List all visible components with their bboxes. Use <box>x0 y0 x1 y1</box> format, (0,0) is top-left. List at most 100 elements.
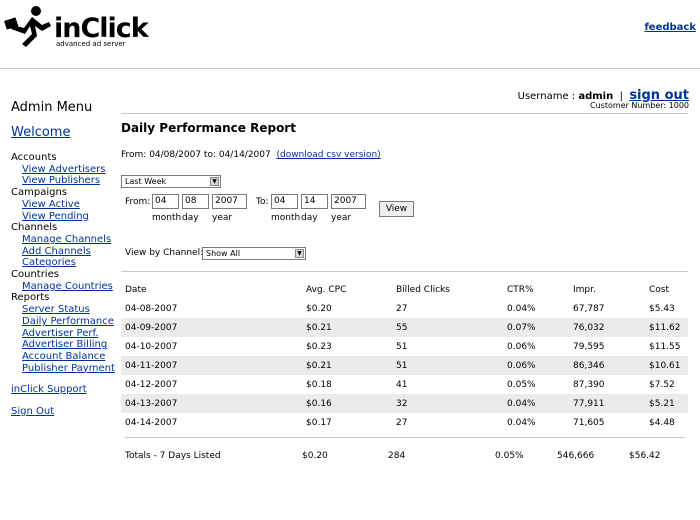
column-header-avg-cpc: Avg. CPC <box>306 284 347 295</box>
from-year-label: year <box>212 213 233 223</box>
cell-cost: $7.52 <box>649 379 675 390</box>
page-title: Daily Performance Report <box>121 121 296 135</box>
view-button[interactable]: View <box>379 201 414 217</box>
running-man-icon <box>4 6 51 47</box>
cell-billed-clicks: 32 <box>392 394 503 413</box>
cell-ctr: 0.06% <box>507 341 536 352</box>
feedback-link[interactable]: feedback <box>644 22 696 33</box>
cell-billed-clicks: 51 <box>392 356 503 375</box>
cell-date: 04-10-2007 <box>125 341 178 352</box>
from-label: From: <box>125 197 151 207</box>
to-day-label: day <box>301 213 318 223</box>
menu-section-campaigns: Campaigns <box>11 187 68 199</box>
cell-avg-cpc: $0.20 <box>306 303 332 314</box>
cell-cost: $11.62 <box>645 318 688 337</box>
from-month-input[interactable]: 04 <box>152 194 179 209</box>
channel-select[interactable]: Show All ▼ <box>202 247 306 260</box>
inclick-logo[interactable]: inClick advanced ad server <box>4 4 149 48</box>
to-label: To: <box>256 197 269 207</box>
cell-date: 04-12-2007 <box>125 379 178 390</box>
menu-section-reports: Reports <box>11 292 50 304</box>
brand-tagline: advanced ad server <box>56 40 126 48</box>
table-top-divider <box>121 271 688 272</box>
column-header-date: Date <box>125 284 147 295</box>
menu-section-channels: Channels <box>11 222 58 234</box>
cell-date: 04-09-2007 <box>121 318 302 337</box>
view-pending-link[interactable]: View Pending <box>11 211 121 223</box>
view-advertisers-link[interactable]: View Advertisers <box>11 164 121 176</box>
cell-impressions: 67,787 <box>573 303 605 314</box>
cell-cost: $5.43 <box>649 303 675 314</box>
cell-impressions: 87,390 <box>573 379 605 390</box>
from-day-label: day <box>182 213 199 223</box>
cell-ctr: 0.04% <box>507 303 536 314</box>
channel-select-value: Show All <box>206 249 241 258</box>
period-select[interactable]: Last Week ▼ <box>121 175 221 188</box>
categories-link[interactable]: Categories <box>11 257 121 269</box>
to-month-input[interactable]: 04 <box>271 194 298 209</box>
table-row: 04-08-2007 $0.20 27 0.04% 67,787 $5.43 <box>121 299 688 318</box>
chevron-down-icon: ▼ <box>210 177 219 186</box>
cell-avg-cpc: $0.18 <box>306 379 332 390</box>
customer-number-label: Customer Number: <box>590 101 667 110</box>
totals-ctr: 0.05% <box>495 451 524 461</box>
menu-section-accounts: Accounts <box>11 152 57 163</box>
cell-billed-clicks: 27 <box>396 303 408 314</box>
cell-date: 04-13-2007 <box>121 394 302 413</box>
cell-cost: $11.55 <box>649 341 681 352</box>
totals-billed-clicks: 284 <box>388 451 406 461</box>
cell-ctr: 0.07% <box>503 318 569 337</box>
advertiser-perf-link[interactable]: Advertiser Perf. <box>11 328 121 340</box>
download-csv-link[interactable]: (download csv version) <box>276 150 380 160</box>
chevron-down-icon: ▼ <box>295 249 304 258</box>
performance-table: Date Avg. CPC Billed Clicks CTR% Impr. C… <box>121 280 688 432</box>
main-divider <box>121 113 688 114</box>
manage-channels-link[interactable]: Manage Channels <box>11 234 121 246</box>
totals-label: Totals - 7 Days Listed <box>125 451 221 461</box>
column-header-cost: Cost <box>649 284 670 295</box>
server-status-link[interactable]: Server Status <box>11 304 121 316</box>
cell-date: 04-14-2007 <box>125 417 178 428</box>
table-row: 04-09-2007 $0.21 55 0.07% 76,032 $11.62 <box>121 318 688 337</box>
cell-impressions: 86,346 <box>569 356 645 375</box>
cell-billed-clicks: 41 <box>396 379 408 390</box>
cell-impressions: 79,595 <box>573 341 605 352</box>
username-label: Username : <box>517 91 576 102</box>
daily-performance-link[interactable]: Daily Performance <box>11 316 121 328</box>
customer-number: Customer Number: 1000 <box>590 101 689 110</box>
cell-ctr: 0.05% <box>507 379 536 390</box>
cell-cost: $5.21 <box>645 394 688 413</box>
channel-filter-label: View by Channel: <box>125 248 204 258</box>
cell-cost: $4.48 <box>649 417 675 428</box>
advertiser-billing-link[interactable]: Advertiser Billing <box>11 339 121 351</box>
table-row: 04-14-2007 $0.17 27 0.04% 71,605 $4.48 <box>121 413 688 432</box>
to-year-input[interactable]: 2007 <box>331 194 366 209</box>
cell-date: 04-08-2007 <box>125 303 178 314</box>
view-publishers-link[interactable]: View Publishers <box>11 175 121 187</box>
report-date-range: From: 04/08/2007 to: 04/14/2007 (downloa… <box>121 150 381 160</box>
to-day-input[interactable]: 14 <box>301 194 328 209</box>
cell-avg-cpc: $0.21 <box>302 318 392 337</box>
column-header-billed-clicks: Billed Clicks <box>396 284 450 295</box>
to-year-label: year <box>331 213 352 223</box>
totals-impressions: 546,666 <box>557 451 595 461</box>
cell-billed-clicks: 27 <box>396 417 408 428</box>
publisher-payment-link[interactable]: Publisher Payment <box>11 363 121 375</box>
welcome-link[interactable]: Welcome <box>11 125 121 140</box>
inclick-support-link[interactable]: inClick Support <box>11 384 121 396</box>
cell-ctr: 0.04% <box>507 417 536 428</box>
manage-countries-link[interactable]: Manage Countries <box>11 281 121 293</box>
column-header-ctr: CTR% <box>507 284 534 295</box>
menu-section-countries: Countries <box>11 269 59 281</box>
cell-impressions: 76,032 <box>569 318 645 337</box>
header-divider <box>0 68 700 69</box>
from-year-input[interactable]: 2007 <box>212 194 247 209</box>
from-day-input[interactable]: 08 <box>182 194 209 209</box>
account-balance-link[interactable]: Account Balance <box>11 351 121 363</box>
from-month-label: month <box>152 213 182 223</box>
view-active-link[interactable]: View Active <box>11 199 121 211</box>
add-channels-link[interactable]: Add Channels <box>11 246 121 258</box>
cell-billed-clicks: 55 <box>392 318 503 337</box>
sidebar-sign-out-link[interactable]: Sign Out <box>11 406 121 418</box>
cell-impressions: 77,911 <box>569 394 645 413</box>
